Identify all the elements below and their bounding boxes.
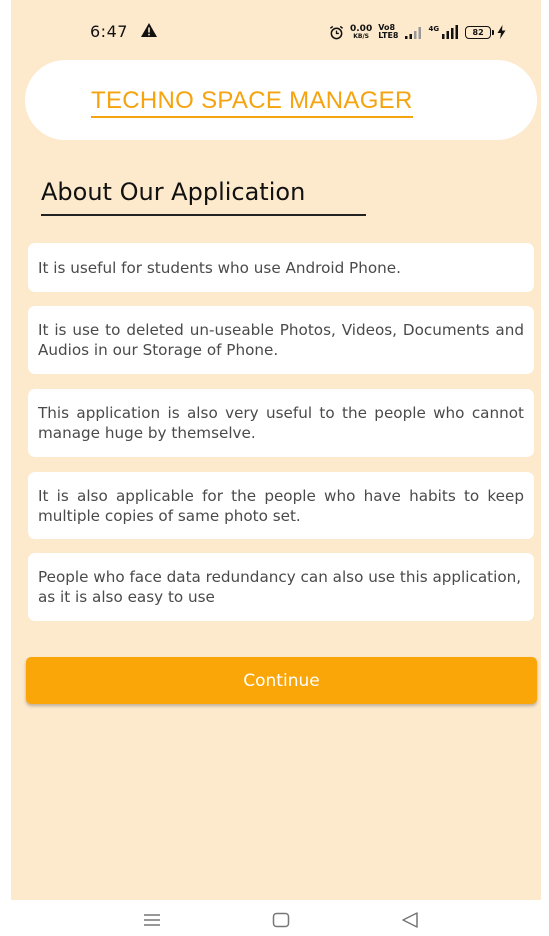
continue-button[interactable]: Continue bbox=[26, 657, 537, 704]
battery-icon: 82 bbox=[465, 25, 495, 39]
network-speed: 0.00 KB/S bbox=[350, 23, 373, 40]
info-card-duplicate-copies: It is also applicable for the people who… bbox=[28, 472, 534, 539]
app-title: TECHNO SPACE MANAGER bbox=[91, 87, 413, 118]
header-card: TECHNO SPACE MANAGER bbox=[25, 60, 537, 140]
network-speed-value: 0.00 bbox=[350, 23, 373, 34]
alarm-icon bbox=[329, 25, 344, 39]
volte-indicator: Vo8 LTE8 bbox=[378, 24, 398, 40]
status-bar: 6:47 0.00 KB/S Vo8 LTE8 4G 82 bbox=[11, 0, 541, 60]
back-button[interactable] bbox=[398, 910, 422, 930]
menu-icon bbox=[144, 914, 160, 926]
back-icon bbox=[402, 912, 418, 928]
signal-icon-2 bbox=[442, 25, 459, 39]
section-title: About Our Application bbox=[41, 178, 306, 206]
info-card-text: It is useful for students who use Androi… bbox=[38, 258, 401, 277]
home-icon bbox=[272, 912, 290, 928]
app-screen: 6:47 0.00 KB/S Vo8 LTE8 4G 82 TECHNO SPA… bbox=[11, 0, 541, 900]
info-card-text: People who face data redundancy can also… bbox=[38, 568, 522, 606]
recent-apps-button[interactable] bbox=[140, 910, 164, 930]
battery-level: 82 bbox=[472, 27, 484, 37]
info-card-text: This application is also very useful to … bbox=[38, 404, 524, 442]
info-card-manage-storage: This application is also very useful to … bbox=[28, 389, 534, 457]
status-time: 6:47 bbox=[90, 22, 128, 41]
network-speed-unit: KB/S bbox=[353, 32, 369, 40]
charging-bolt-icon bbox=[497, 25, 506, 39]
volte-bottom: LTE8 bbox=[378, 31, 399, 40]
signal-icon bbox=[405, 27, 422, 39]
warning-icon bbox=[141, 23, 157, 37]
status-icons: 0.00 KB/S Vo8 LTE8 4G 82 bbox=[329, 22, 506, 42]
home-button[interactable] bbox=[269, 910, 293, 930]
info-card-delete-media: It is use to deleted un-useable Photos, … bbox=[28, 306, 534, 374]
network-type: 4G bbox=[428, 24, 440, 33]
info-card-text: It is use to deleted un-useable Photos, … bbox=[38, 321, 524, 359]
info-card-students: It is useful for students who use Androi… bbox=[28, 243, 534, 292]
section-underline bbox=[41, 214, 366, 216]
info-card-text: It is also applicable for the people who… bbox=[38, 486, 524, 525]
navigation-bar bbox=[0, 900, 549, 936]
info-card-data-redundancy: People who face data redundancy can also… bbox=[28, 553, 534, 621]
